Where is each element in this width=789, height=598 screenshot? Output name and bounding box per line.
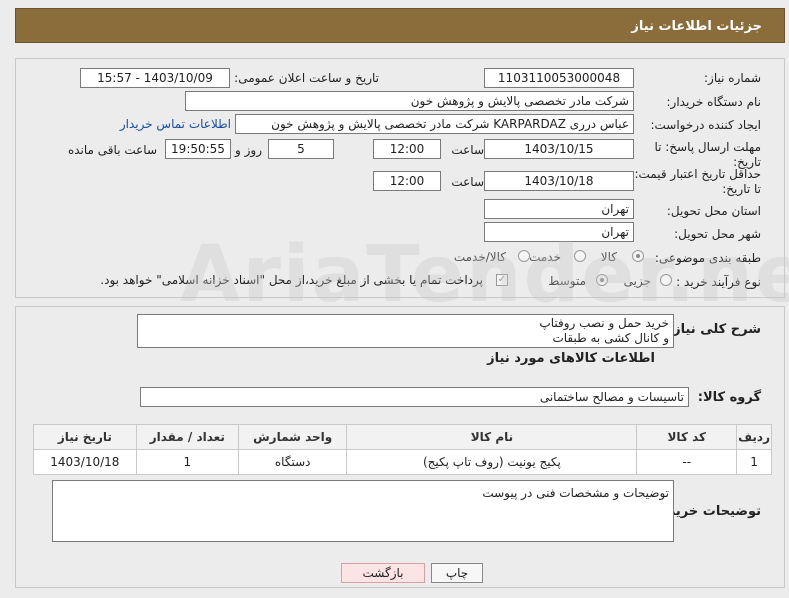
description-line-1: خرید حمل و نصب روفتاپ — [539, 316, 669, 330]
announce-field: 1403/10/09 - 15:57 — [80, 68, 230, 88]
days-field: 5 — [268, 139, 334, 159]
col-code: کد کالا — [636, 424, 738, 450]
creator-field: عباس درری KARPARDAZ شرکت مادر تخصصی پالا… — [235, 114, 634, 134]
col-qty: تعداد / مقدار — [135, 424, 239, 450]
description-field: خرید حمل و نصب روفتاپ و کانال کشی به طبق… — [137, 314, 674, 348]
category-goods-label: کالا — [600, 250, 617, 264]
col-date: تاریخ نیاز — [33, 424, 137, 450]
deadline-time-field: 12:00 — [373, 139, 441, 159]
city-field: تهران — [484, 222, 634, 242]
announce-label: تاریخ و ساعت اعلان عمومی: — [234, 71, 379, 85]
goods-group-field: تاسیسات و مصالح ساختمانی — [140, 387, 689, 407]
category-both-radio[interactable] — [518, 250, 530, 262]
remaining-time-field: 19:50:55 — [165, 139, 231, 159]
buyer-contact-link[interactable]: اطلاعات تماس خریدار — [120, 117, 231, 131]
city-label: شهر محل تحویل: — [674, 227, 761, 241]
cell-row: 1 — [736, 449, 772, 475]
province-field: تهران — [484, 199, 634, 219]
cell-unit: دستگاه — [237, 449, 348, 475]
page-header: جزئیات اطلاعات نیاز — [15, 8, 785, 43]
process-minor-label: جزیی — [623, 274, 651, 288]
creator-label: ایجاد کننده درخواست: — [650, 118, 761, 132]
validity-label: حداقل تاریخ اعتبار قیمت: تا تاریخ: — [634, 167, 761, 196]
col-unit: واحد شمارش — [237, 424, 348, 450]
need-number-field: 1103110053000048 — [484, 68, 634, 88]
goods-group-label: گروه کالا: — [697, 390, 761, 405]
category-label: طبقه بندی موضوعی: — [654, 251, 761, 265]
deadline-time-label: ساعت — [451, 143, 484, 157]
buyer-label: نام دستگاه خریدار: — [666, 95, 762, 109]
goods-table-header: ردیف کد کالا نام کالا واحد شمارش تعداد /… — [33, 424, 772, 450]
validity-date-field: 1403/10/18 — [484, 171, 634, 191]
days-label: روز و — [235, 143, 262, 157]
remaining-label: ساعت باقی مانده — [67, 143, 157, 157]
category-goods-radio[interactable] — [632, 250, 644, 262]
process-medium-radio[interactable] — [596, 274, 608, 286]
validity-time-label: ساعت — [451, 175, 484, 189]
page-title: جزئیات اطلاعات نیاز — [631, 19, 762, 34]
deadline-date-field: 1403/10/15 — [484, 139, 634, 159]
description-line-2: و کانال کشی به طبقات — [552, 331, 669, 345]
category-service-label: خدمت — [529, 250, 561, 264]
goods-info-title: اطلاعات کالاهای مورد نیاز — [487, 351, 655, 366]
process-note: پرداخت تمام یا بخشی از مبلغ خرید،از محل … — [100, 273, 483, 287]
need-number-label: شماره نیاز: — [704, 71, 761, 85]
process-medium-label: متوسط — [548, 274, 586, 288]
cell-date: 1403/10/18 — [33, 449, 137, 475]
validity-time-field: 12:00 — [373, 171, 441, 191]
province-label: استان محل تحویل: — [666, 204, 761, 218]
cell-code: -- — [636, 449, 738, 475]
deadline-label: مهلت ارسال پاسخ: تا تاریخ: — [654, 140, 761, 169]
col-name: نام کالا — [346, 424, 638, 450]
category-service-radio[interactable] — [574, 250, 586, 262]
process-label: نوع فرآیند خرید : — [676, 275, 761, 289]
col-row: ردیف — [736, 424, 772, 450]
process-minor-radio[interactable] — [660, 274, 672, 286]
back-button[interactable]: بازگشت — [341, 563, 425, 583]
buyer-field: شرکت مادر تخصصی پالایش و پژوهش خون — [185, 91, 634, 111]
cell-qty: 1 — [135, 449, 239, 475]
goods-table: ردیف کد کالا نام کالا واحد شمارش تعداد /… — [33, 424, 772, 475]
category-both-label: کالا/خدمت — [453, 250, 506, 264]
buyer-notes-field: توضیحات و مشخصات فنی در پیوست — [52, 480, 674, 542]
print-button[interactable]: چاپ — [431, 563, 483, 583]
description-label: شرح کلی نیاز: — [667, 322, 761, 337]
cell-name: پکیج یونیت (روف تاپ پکیج) — [346, 449, 638, 475]
table-row: 1 -- پکیج یونیت (روف تاپ پکیج) دستگاه 1 … — [33, 449, 772, 475]
treasury-checkbox[interactable]: ✓ — [496, 274, 508, 286]
